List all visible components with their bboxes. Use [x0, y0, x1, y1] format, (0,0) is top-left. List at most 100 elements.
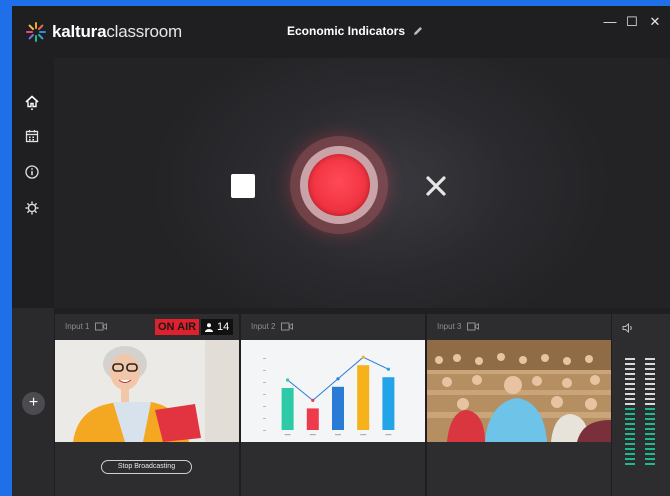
- meter-segment: [625, 428, 635, 430]
- meter-segment: [625, 408, 635, 410]
- meter-segment: [645, 428, 655, 430]
- chart-bar: [281, 388, 294, 430]
- session-title[interactable]: Economic Indicators: [287, 24, 424, 38]
- input-label: Input 3: [437, 322, 480, 331]
- on-air-badge: ON AIR: [155, 319, 200, 335]
- meter-segment: [645, 388, 655, 390]
- meter-segment: [645, 358, 655, 360]
- chart-y-tick: [263, 370, 266, 371]
- chart-y-tick: [263, 358, 266, 359]
- pencil-icon[interactable]: [412, 25, 424, 37]
- add-input-button[interactable]: +: [22, 392, 45, 415]
- meter-segment: [625, 388, 635, 390]
- bar-chart: [263, 355, 395, 436]
- teacher-image: [55, 340, 239, 442]
- chart-y-tick: [263, 394, 266, 395]
- chart-x-tick: [385, 434, 392, 436]
- settings-icon[interactable]: [24, 200, 40, 216]
- cancel-icon[interactable]: [424, 174, 448, 198]
- classroom-image: [427, 340, 611, 442]
- stop-broadcasting-button[interactable]: Stop Broadcasting: [101, 460, 192, 474]
- chart-y-tick: [263, 430, 266, 431]
- chart-x-tick: [335, 434, 341, 436]
- calendar-icon[interactable]: [24, 128, 40, 144]
- audio-meter-panel: [612, 314, 670, 496]
- meter-segment: [625, 438, 635, 440]
- meter-segment: [625, 383, 635, 385]
- info-icon[interactable]: [24, 164, 40, 180]
- meter-segment: [645, 363, 655, 365]
- minimize-button[interactable]: —: [600, 12, 620, 32]
- meter-segment: [625, 393, 635, 395]
- meter-segment: [645, 463, 655, 465]
- logo-wordmark: kalturaclassroom: [52, 22, 183, 41]
- input-1-preview[interactable]: [55, 340, 239, 442]
- chart-bar: [332, 386, 344, 430]
- input-label: Input 2: [251, 322, 294, 331]
- speaker-icon[interactable]: [622, 323, 634, 333]
- meter-segment: [645, 383, 655, 385]
- input-header: Input 1 ON AIR 14: [55, 314, 239, 340]
- chart-point: [336, 377, 340, 381]
- chart-point: [286, 378, 290, 382]
- meter-segment: [625, 453, 635, 455]
- add-input-column: +: [12, 308, 54, 496]
- camera-icon: [95, 322, 108, 331]
- title-bar: kalturaclassroom Economic Indicators — ☐…: [12, 6, 670, 58]
- meter-segment: [625, 443, 635, 445]
- person-icon: [205, 322, 213, 332]
- maximize-button[interactable]: ☐: [622, 12, 642, 32]
- input-2-preview[interactable]: [241, 340, 425, 442]
- meter-segment: [645, 378, 655, 380]
- left-level-meter: [625, 358, 635, 468]
- chart-x-tick: [284, 434, 291, 436]
- meter-segment: [625, 418, 635, 420]
- close-window-button[interactable]: ✕: [645, 12, 665, 32]
- input-3-preview[interactable]: [427, 340, 611, 442]
- app-window: kalturaclassroom Economic Indicators — ☐…: [12, 6, 670, 496]
- meter-segment: [645, 408, 655, 410]
- meter-segment: [645, 398, 655, 400]
- kaltura-logo: kalturaclassroom: [26, 20, 182, 44]
- kaltura-logo-icon: [26, 22, 46, 42]
- chart-bar: [306, 408, 319, 430]
- meter-segment: [645, 453, 655, 455]
- meter-segment: [625, 448, 635, 450]
- meter-segment: [645, 418, 655, 420]
- chart-point: [361, 355, 365, 359]
- chart-point: [386, 367, 390, 371]
- right-level-meter: [645, 358, 655, 468]
- home-icon[interactable]: [24, 94, 40, 110]
- meter-segment: [625, 403, 635, 405]
- input-header: Input 3: [427, 314, 611, 340]
- inputs-panel: + Input 1 ON AIR 14 Stop Broadcasting In…: [12, 308, 670, 496]
- meter-segment: [645, 433, 655, 435]
- input-card-3[interactable]: Input 3: [427, 314, 611, 496]
- chart-bar: [382, 377, 395, 430]
- meter-segment: [645, 413, 655, 415]
- input-label: Input 1: [65, 322, 108, 331]
- meter-segment: [625, 378, 635, 380]
- meter-segment: [625, 368, 635, 370]
- meter-segment: [645, 403, 655, 405]
- meter-segment: [645, 393, 655, 395]
- chart-y-tick: [263, 382, 266, 383]
- input-card-2[interactable]: Input 2: [241, 314, 425, 496]
- meter-segment: [625, 423, 635, 425]
- meter-segment: [645, 423, 655, 425]
- viewer-count-badge: 14: [201, 319, 234, 335]
- session-title-text: Economic Indicators: [287, 24, 406, 38]
- record-button[interactable]: [308, 154, 370, 216]
- chart-x-tick: [309, 434, 316, 436]
- meter-segment: [625, 463, 635, 465]
- meter-segment: [645, 368, 655, 370]
- meter-segment: [645, 448, 655, 450]
- meter-segment: [625, 398, 635, 400]
- meter-segment: [625, 413, 635, 415]
- stop-button[interactable]: [231, 174, 255, 198]
- meter-segment: [645, 443, 655, 445]
- meter-segment: [625, 358, 635, 360]
- camera-icon: [467, 322, 480, 331]
- chart-point: [311, 398, 315, 402]
- input-card-1[interactable]: Input 1 ON AIR 14 Stop Broadcasting: [55, 314, 239, 496]
